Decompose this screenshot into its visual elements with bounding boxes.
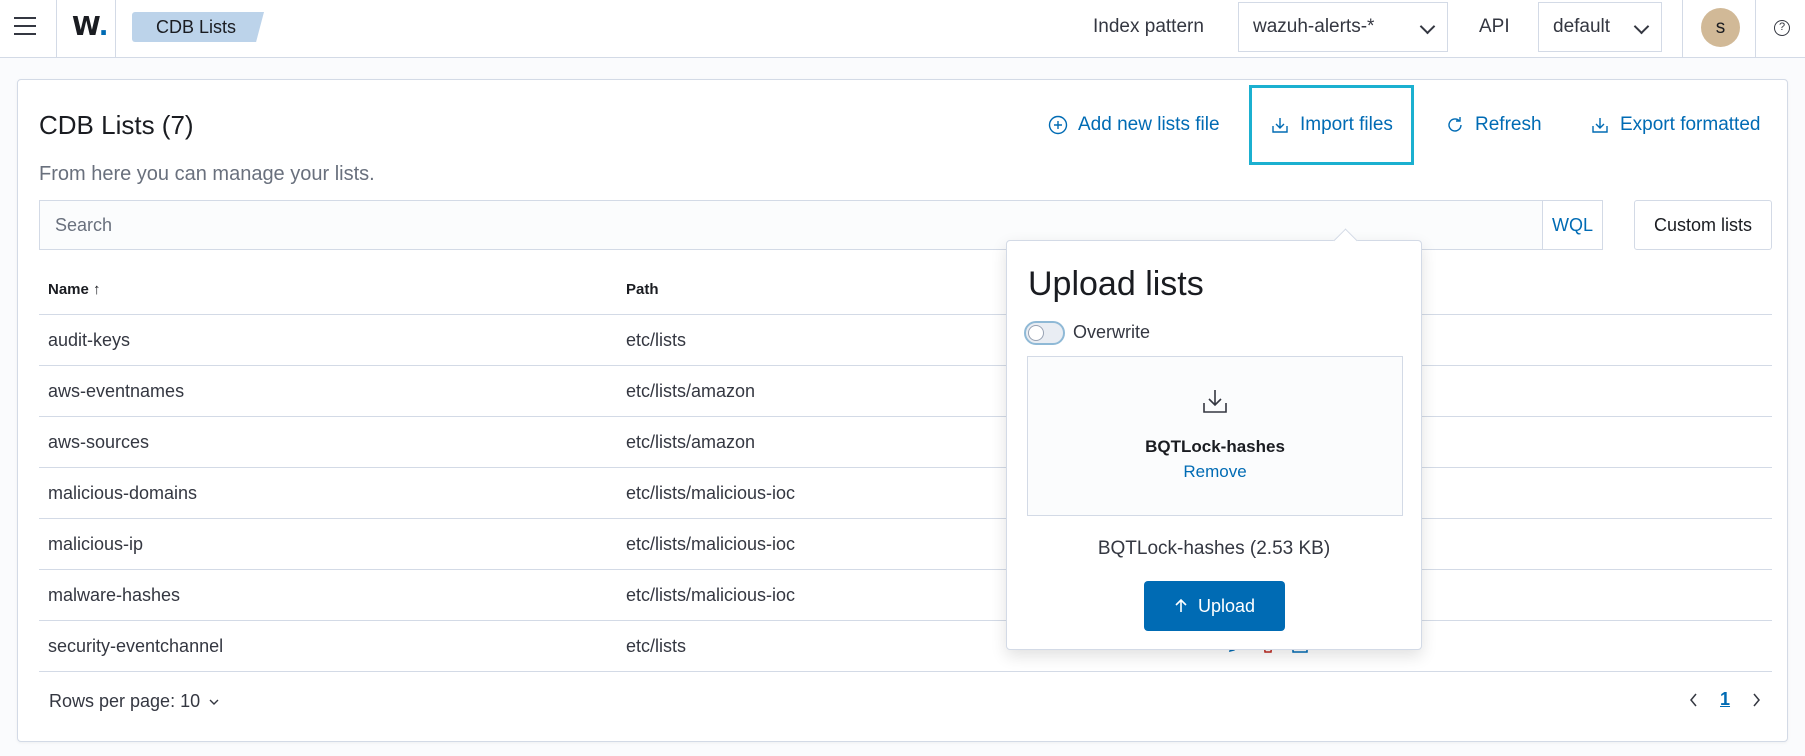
import-files-button[interactable]: Import files: [1270, 110, 1393, 140]
row-path: etc/lists/amazon: [626, 432, 756, 452]
remove-file-link[interactable]: Remove: [1028, 462, 1402, 482]
page-subtitle: From here you can manage your lists.: [39, 163, 375, 185]
table-row: malicious-domains etc/lists/malicious-io…: [39, 468, 1772, 519]
overwrite-label: Overwrite: [1073, 322, 1151, 342]
import-icon: [1203, 390, 1227, 413]
row-name[interactable]: malicious-ip: [48, 534, 143, 555]
import-icon: [1272, 118, 1288, 133]
file-info: BQTLock-hashes (2.53 KB): [1097, 538, 1331, 559]
import-files-label: Import files: [1300, 114, 1393, 135]
rows-per-page-select[interactable]: Rows per page: 10: [49, 691, 220, 712]
export-icon: [1592, 118, 1608, 133]
divider: [1682, 0, 1683, 58]
api-value: default: [1553, 16, 1611, 37]
page-number[interactable]: 1: [1720, 689, 1730, 710]
help-icon[interactable]: ?: [1774, 20, 1790, 36]
row-name[interactable]: malware-hashes: [48, 585, 180, 606]
row-path: etc/lists/amazon: [626, 381, 756, 401]
row-name[interactable]: audit-keys: [48, 330, 130, 351]
row-name[interactable]: aws-eventnames: [48, 381, 184, 402]
refresh-icon: [1448, 117, 1462, 132]
column-header-path[interactable]: Path: [626, 281, 659, 298]
export-formatted-label: Export formatted: [1620, 114, 1761, 135]
app-logo[interactable]: W.: [72, 12, 108, 42]
divider: [115, 0, 116, 58]
table-row: malware-hashes etc/lists/malicious-ioc: [39, 570, 1772, 621]
chevron-down-icon: [1419, 18, 1436, 35]
export-formatted-button[interactable]: Export formatted: [1590, 110, 1760, 140]
breadcrumb[interactable]: CDB Lists: [132, 12, 264, 42]
api-label: API: [1479, 16, 1510, 37]
column-header-name[interactable]: Name ↑: [48, 281, 101, 298]
table-header: Name ↑ Path: [39, 264, 1772, 315]
index-pattern-select[interactable]: wazuh-alerts-*: [1238, 2, 1448, 52]
upload-button[interactable]: Upload: [1144, 581, 1285, 631]
refresh-label: Refresh: [1475, 114, 1542, 135]
table-row: audit-keys etc/lists: [39, 315, 1772, 366]
refresh-button[interactable]: Refresh: [1445, 110, 1542, 140]
rows-per-page-label: Rows per page: 10: [49, 691, 201, 711]
popover-title: Upload lists: [1028, 265, 1204, 303]
row-name[interactable]: security-eventchannel: [48, 636, 223, 657]
toggle-knob: [1028, 325, 1044, 341]
selected-file-name: BQTLock-hashes: [1145, 437, 1285, 456]
wql-button[interactable]: WQL: [1542, 201, 1602, 249]
row-path: etc/lists/malicious-ioc: [626, 534, 796, 554]
avatar[interactable]: s: [1701, 8, 1740, 47]
chevron-down-icon: [209, 699, 219, 705]
row-path: etc/lists/malicious-ioc: [626, 585, 796, 605]
chevron-left-icon[interactable]: [1688, 692, 1700, 708]
chevron-right-icon[interactable]: [1750, 692, 1762, 708]
top-bar: W. CDB Lists Index pattern wazuh-alerts-…: [0, 0, 1805, 58]
arrow-up-icon: [1175, 598, 1187, 612]
upload-lists-popover: Upload lists Overwrite BQTLock-hashes Re…: [1006, 240, 1422, 650]
plus-circle-icon: [1048, 115, 1068, 135]
custom-lists-button[interactable]: Custom lists: [1634, 200, 1772, 250]
api-select[interactable]: default: [1538, 2, 1662, 52]
row-name[interactable]: malicious-domains: [48, 483, 197, 504]
divider: [1755, 0, 1756, 58]
cdb-lists-panel: CDB Lists (7) Add new lists file Import …: [17, 79, 1788, 742]
menu-icon[interactable]: [14, 17, 38, 37]
chevron-down-icon: [1633, 18, 1650, 35]
pagination: 1: [1688, 689, 1762, 710]
row-path: etc/lists/malicious-ioc: [626, 483, 796, 503]
upload-label: Upload: [1197, 595, 1256, 616]
index-pattern-label: Index pattern: [1093, 16, 1204, 37]
table-row: malicious-ip etc/lists/malicious-ioc: [39, 519, 1772, 570]
file-dropzone[interactable]: BQTLock-hashes Remove: [1027, 356, 1403, 516]
table-row: security-eventchannel etc/lists: [39, 621, 1772, 672]
add-new-lists-file-button[interactable]: Add new lists file: [1048, 110, 1220, 140]
row-path: etc/lists: [626, 636, 687, 656]
table-row: aws-eventnames etc/lists/amazon: [39, 366, 1772, 417]
divider: [56, 0, 57, 58]
row-name[interactable]: aws-sources: [48, 432, 149, 453]
arrow-up-icon: ↑: [93, 281, 101, 298]
page-title: CDB Lists (7): [39, 110, 194, 140]
index-pattern-value: wazuh-alerts-*: [1253, 16, 1375, 37]
table-row: aws-sources etc/lists/amazon: [39, 417, 1772, 468]
overwrite-toggle[interactable]: [1024, 321, 1065, 345]
row-path: etc/lists: [626, 330, 687, 350]
add-new-lists-file-label: Add new lists file: [1078, 114, 1220, 135]
